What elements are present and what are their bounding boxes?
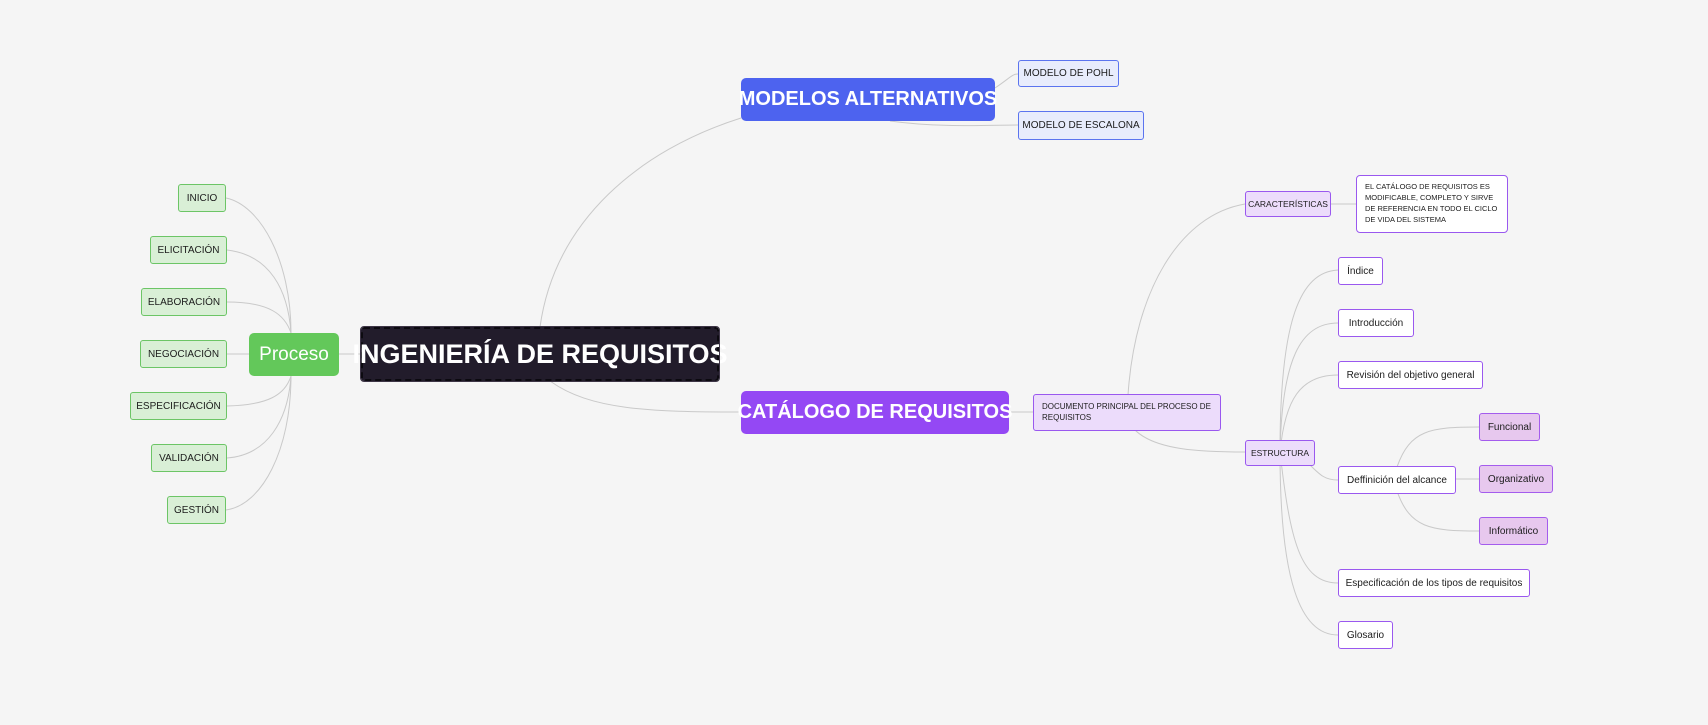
node-validacion[interactable]: VALIDACIÓN	[151, 444, 227, 472]
edge-estructura-introduccion	[1279, 322, 1339, 453]
edge-alcance-informatico	[1396, 490, 1480, 532]
node-organizativo[interactable]: Organizativo	[1479, 465, 1553, 493]
node-caracteristicas[interactable]: CARACTERÍSTICAS	[1245, 191, 1331, 217]
node-especificacion[interactable]: ESPECIFICACIÓN	[130, 392, 227, 420]
node-glosario[interactable]: Glosario	[1338, 621, 1393, 649]
edge-modelos-pohl	[994, 73, 1019, 89]
edge-estructura-especificacion	[1279, 451, 1339, 584]
node-funcional[interactable]: Funcional	[1479, 413, 1540, 441]
node-especificacion-tipos[interactable]: Especificación de los tipos de requisito…	[1338, 569, 1530, 597]
node-elaboracion[interactable]: ELABORACIÓN	[141, 288, 227, 316]
edge-documento-caracteristicas	[1127, 203, 1246, 396]
edge-proceso-especificacion	[226, 375, 292, 407]
node-indice[interactable]: Índice	[1338, 257, 1383, 285]
node-documento-principal[interactable]: DOCUMENTO PRINCIPAL DEL PROCESO DE REQUI…	[1033, 394, 1221, 431]
central-topic[interactable]: INGENIERÍA DE REQUISITOS	[352, 326, 728, 382]
topic-catalogo-requisitos[interactable]: CATÁLOGO DE REQUISITOS	[738, 391, 1012, 434]
node-revision-objetivo[interactable]: Revisión del objetivo general	[1338, 361, 1483, 389]
edge-estructura-alcance	[1309, 464, 1339, 481]
topic-modelos-alternativos[interactable]: MODELOS ALTERNATIVOS	[739, 78, 997, 121]
edge-central-catalogo	[549, 380, 742, 413]
edge-proceso-elaboracion	[226, 301, 292, 334]
node-inicio[interactable]: INICIO	[178, 184, 226, 212]
edge-modelos-escalona	[889, 120, 1019, 127]
edge-proceso-gestion	[225, 375, 292, 511]
node-negociacion[interactable]: NEGOCIACIÓN	[140, 340, 227, 368]
edge-proceso-inicio	[225, 197, 292, 334]
topic-proceso[interactable]: Proceso	[249, 333, 339, 376]
node-elicitacion[interactable]: ELICITACIÓN	[150, 236, 227, 264]
node-gestion[interactable]: GESTIÓN	[167, 496, 226, 524]
node-caracteristicas-note[interactable]: EL CATÁLOGO DE REQUISITOS ES MODIFICABLE…	[1356, 175, 1508, 233]
node-modelo-pohl[interactable]: MODELO DE POHL	[1018, 60, 1119, 87]
node-definicion-alcance[interactable]: Deffinición del alcance	[1338, 466, 1456, 494]
node-informatico[interactable]: Informático	[1479, 517, 1548, 545]
edge-documento-estructura	[1134, 429, 1246, 453]
edge-alcance-funcional	[1396, 426, 1480, 468]
node-modelo-escalona[interactable]: MODELO DE ESCALONA	[1018, 111, 1144, 140]
node-estructura[interactable]: ESTRUCTURA	[1245, 440, 1315, 466]
node-introduccion[interactable]: Introducción	[1338, 309, 1414, 337]
edge-proceso-elicitacion	[226, 249, 292, 334]
edge-estructura-indice	[1279, 269, 1339, 453]
edge-central-modelos	[539, 117, 742, 328]
